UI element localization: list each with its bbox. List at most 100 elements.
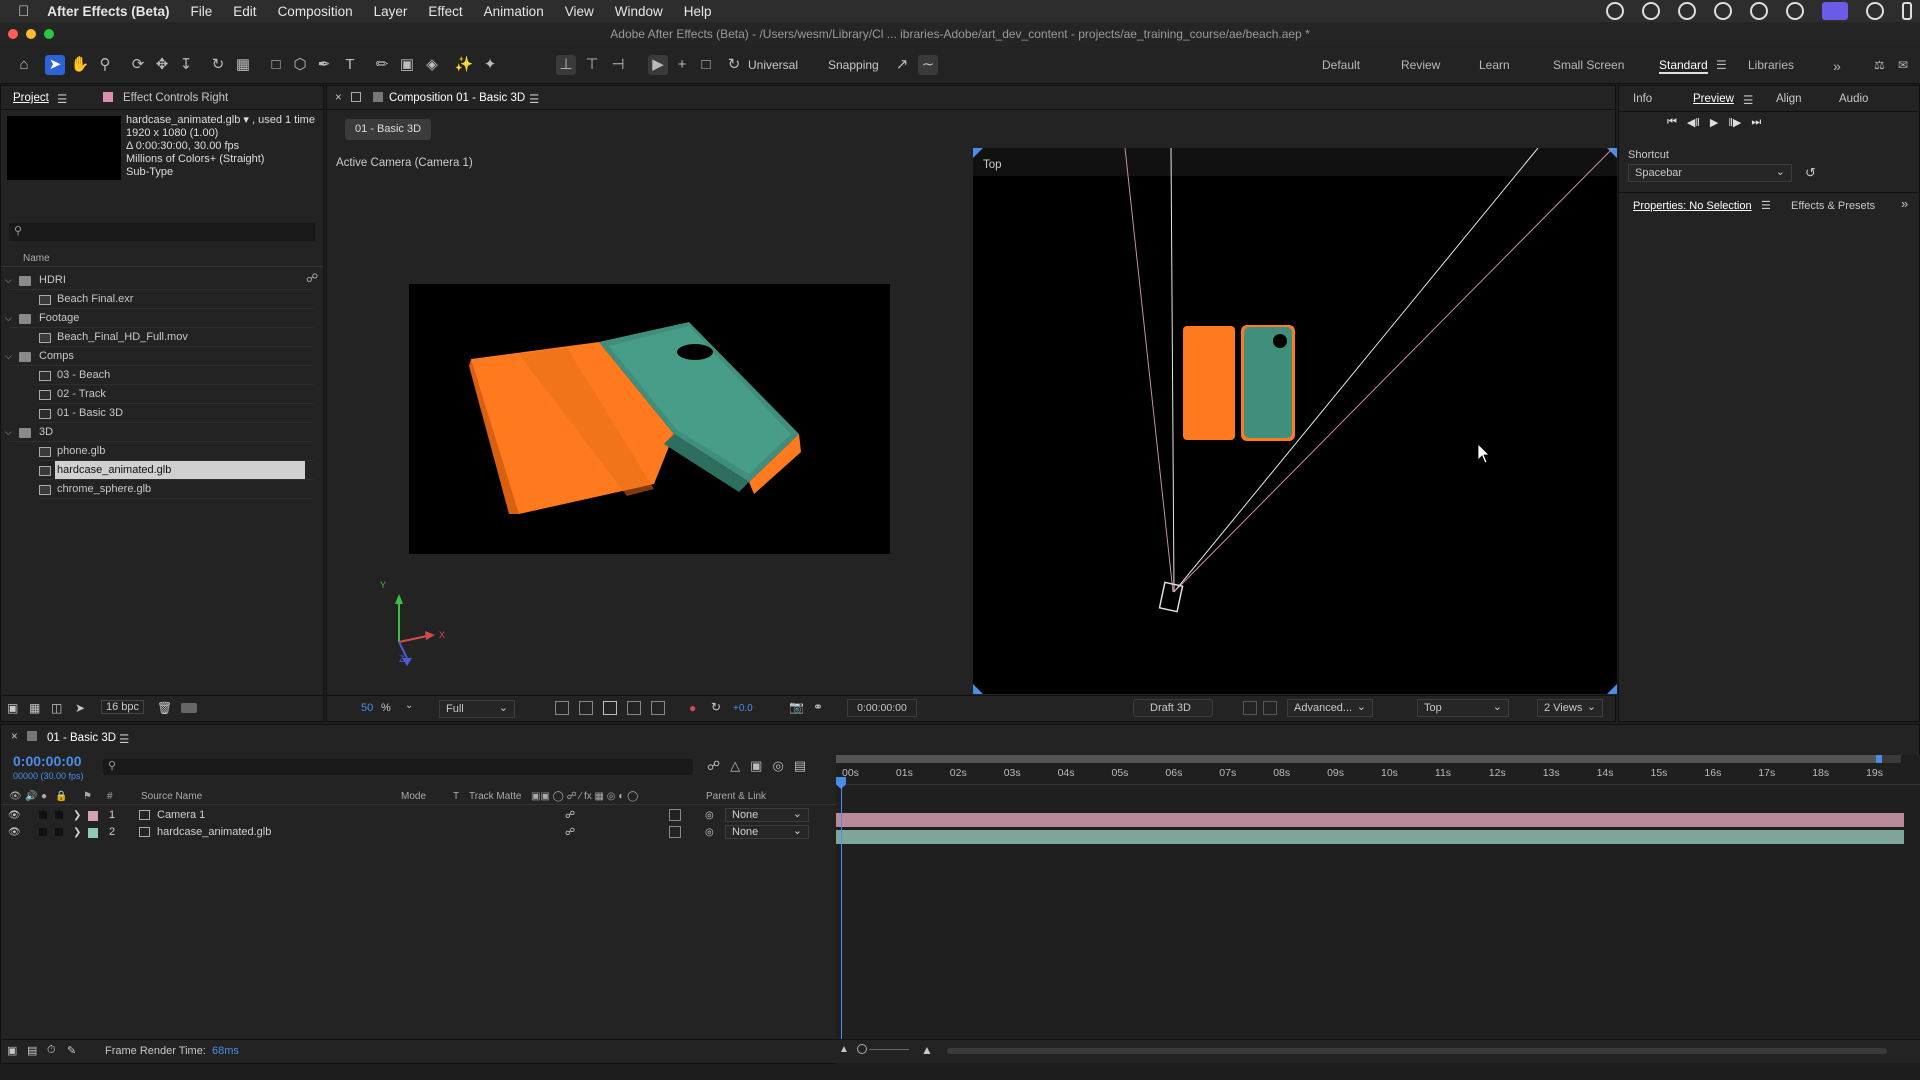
render-queue-icon[interactable]: ➤ — [75, 701, 85, 715]
pen-tool-icon[interactable]: ✒ — [314, 55, 334, 75]
menu-composition[interactable]: Composition — [278, 4, 353, 19]
lock-toggle[interactable] — [55, 811, 63, 819]
universal-label[interactable]: Universal — [748, 58, 798, 72]
region-of-interest-icon[interactable] — [603, 701, 617, 715]
eye-icon[interactable]: 👁 — [8, 824, 21, 841]
renderer-dropdown[interactable]: Advanced... ⌄ — [1287, 699, 1373, 717]
dolly-tool-icon[interactable]: ↧ — [176, 55, 196, 75]
close-window-button[interactable] — [8, 29, 18, 39]
tab-audio[interactable]: Audio — [1839, 93, 1868, 105]
interpret-footage-icon[interactable]: ▣ — [7, 701, 18, 715]
play-icon[interactable]: ▶ — [1710, 116, 1718, 129]
parent-dropdown[interactable]: None ⌄ — [725, 808, 809, 822]
solo-toggle[interactable] — [39, 828, 47, 836]
active-camera-view[interactable]: Active Camera (Camera 1) Y X Z — [327, 148, 971, 694]
tab-timeline[interactable]: 01 - Basic 3D — [47, 732, 116, 744]
status-icon-1[interactable] — [1606, 2, 1624, 20]
solo-column-icon[interactable]: ● — [41, 789, 47, 805]
tab-effects-presets[interactable]: Effects & Presets — [1791, 200, 1875, 212]
view-axis-icon[interactable]: ⊣ — [608, 55, 628, 75]
work-area-end-handle[interactable] — [1876, 755, 1882, 763]
menu-edit[interactable]: Edit — [233, 4, 256, 19]
menu-help[interactable]: Help — [684, 4, 712, 19]
comp-menu-icon[interactable]: ☰ — [529, 92, 539, 106]
tree-item[interactable]: 01 - Basic 3D — [1, 404, 319, 423]
layer-name[interactable]: Camera 1 — [157, 807, 205, 824]
layer-row[interactable]: 👁 ❯ 2 hardcase_animated.glb ☍ ◎ None ⌄ — [1, 824, 836, 841]
extended-viewer-icon[interactable] — [1263, 701, 1277, 715]
parent-link-column[interactable]: Parent & Link — [706, 789, 766, 805]
close-timeline-icon[interactable]: × — [11, 731, 18, 743]
menu-window[interactable]: Window — [615, 4, 663, 19]
first-frame-icon[interactable]: ⏮ — [1667, 116, 1677, 129]
brush-tool-icon[interactable]: ✏ — [372, 55, 392, 75]
disclosure-triangle-icon[interactable]: ⌵ — [5, 309, 12, 328]
more-panels-icon[interactable]: » — [1901, 196, 1908, 211]
eye-icon[interactable]: 👁 — [8, 807, 21, 824]
local-axis-icon[interactable]: ⊥ — [556, 55, 576, 75]
status-icon-5[interactable] — [1750, 2, 1768, 20]
shy-layers-icon[interactable]: ▣ — [750, 758, 762, 774]
snap-option-icon[interactable]: ↗ — [892, 55, 912, 75]
snap-feature-icon[interactable]: ∼ — [918, 55, 938, 75]
number-column[interactable]: # — [107, 789, 113, 805]
comp-mini-flowchart-icon[interactable]: ☍ — [707, 758, 720, 774]
label-column-icon[interactable]: ⚑ — [83, 789, 92, 805]
zoom-slider-handle[interactable] — [857, 1044, 867, 1054]
hardcase-layer-bar[interactable] — [836, 830, 1904, 844]
snapping-label[interactable]: Snapping — [828, 58, 879, 72]
mode-column[interactable]: Mode — [401, 789, 426, 805]
timeline-search-input[interactable]: ⚲ — [103, 759, 693, 775]
world-axis-icon[interactable]: ⊤ — [582, 55, 602, 75]
pan-tool-icon[interactable]: ✥ — [152, 55, 172, 75]
tab-properties[interactable]: Properties: No Selection — [1633, 200, 1752, 212]
zoom-value[interactable]: 50 — [361, 702, 373, 714]
status-icon-7[interactable] — [1866, 2, 1884, 20]
timeline-scrollbar[interactable] — [947, 1048, 1887, 1054]
delete-icon[interactable]: 🗑 — [157, 701, 172, 715]
roto-brush-tool-icon[interactable]: ✨ — [454, 55, 474, 75]
disclosure-triangle-icon[interactable]: ⌵ — [5, 347, 12, 366]
zoom-slider-track[interactable] — [869, 1049, 909, 1050]
resolution-dropdown[interactable]: Full ⌄ — [439, 700, 515, 718]
zoom-tool-icon[interactable]: ⚲ — [95, 55, 115, 75]
workspace-default[interactable]: Default — [1322, 58, 1360, 72]
t-column[interactable]: T — [453, 789, 459, 805]
timeline-menu-icon[interactable]: ☰ — [119, 732, 129, 746]
views-layout-dropdown[interactable]: 2 Views ⌄ — [1537, 699, 1603, 717]
universal-icon[interactable]: ↻ — [724, 55, 744, 75]
timeline-timecode[interactable]: 0:00:00:00 — [13, 753, 82, 769]
3d-layer-switch[interactable] — [669, 809, 681, 821]
battery-icon[interactable] — [1902, 2, 1912, 20]
expand-layer-icon[interactable]: ❯ — [73, 824, 81, 841]
3d-layer-switch[interactable] — [669, 826, 681, 838]
tree-item[interactable]: Beach Final.exr — [1, 290, 319, 309]
rectangle-tool-icon[interactable]: □ — [266, 55, 286, 75]
top-view[interactable]: Top — [973, 148, 1617, 694]
layer-name[interactable]: hardcase_animated.glb — [157, 824, 271, 841]
tab-info[interactable]: Info — [1633, 93, 1652, 105]
tree-item[interactable]: 02 - Track — [1, 385, 319, 404]
playhead-handle[interactable] — [836, 777, 846, 789]
snapshot-icon[interactable]: 📷 — [789, 700, 804, 714]
expand-layer-icon[interactable]: ❯ — [73, 807, 81, 824]
disclosure-triangle-icon[interactable]: ⌵ — [5, 423, 12, 442]
workspace-menu-icon[interactable]: ☰ — [1716, 58, 1727, 72]
preview-menu-icon[interactable]: ☰ — [1743, 93, 1753, 107]
tree-item[interactable]: ⌵ Footage — [1, 309, 319, 328]
draft-3d-switch-icon[interactable]: △ — [730, 758, 740, 774]
time-graph[interactable]: 00s 01s 02s 03s 04s 05s 06s 07s 08s 09s 10s 11s 12s 1… — [836, 755, 1920, 1065]
zoom-out-icon[interactable]: ▲ — [839, 1044, 849, 1055]
work-area-range[interactable] — [836, 755, 1879, 763]
workspace-learn[interactable]: Learn — [1479, 58, 1510, 72]
tree-item[interactable]: hardcase_animated.glb — [1, 461, 319, 480]
solo-toggle[interactable] — [39, 811, 47, 819]
visibility-column-icon[interactable]: 👁 — [9, 789, 22, 805]
workspace-small-screen[interactable]: Small Screen — [1553, 58, 1624, 72]
hand-tool-icon[interactable]: ✋ — [70, 55, 90, 75]
puppet-tool-icon[interactable]: ✦ — [480, 55, 500, 75]
in-out-toggle-icon[interactable]: ⏱ — [47, 1044, 56, 1057]
gizmo-scale-icon[interactable]: □ — [696, 55, 716, 75]
exposure-value[interactable]: +0.0 — [733, 703, 753, 714]
layer-row[interactable]: 👁 ❯ 1 Camera 1 ☍ ◎ None ⌄ — [1, 807, 836, 824]
